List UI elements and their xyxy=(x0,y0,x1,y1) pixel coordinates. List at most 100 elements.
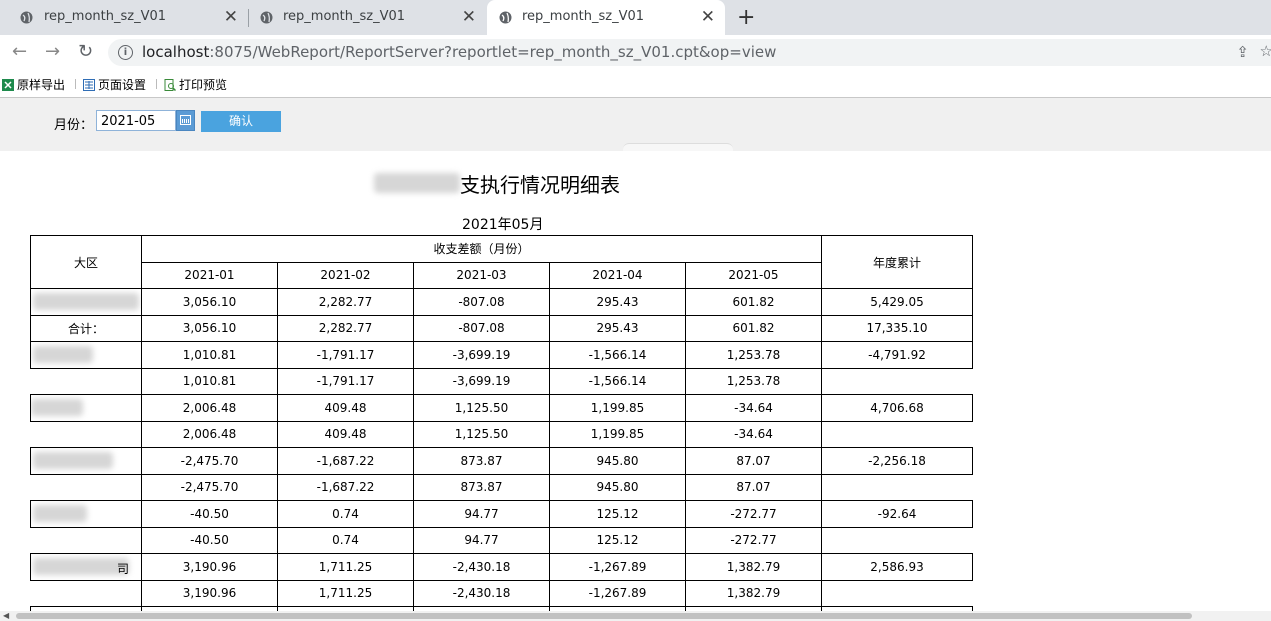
scroll-left-icon[interactable]: ◀ xyxy=(3,611,9,620)
tab-title: rep_month_sz_V01 xyxy=(44,9,167,24)
scroll-thumb[interactable] xyxy=(16,613,1192,619)
table-row: 1,010.81 -1,791.17 -3,699.19 -1,566.14 1,253… xyxy=(30,341,973,369)
region-cell xyxy=(30,288,142,316)
value-cell: 601.82 xyxy=(685,288,822,316)
browser-tab[interactable]: rep_month_sz_V01 ✕ xyxy=(0,0,249,35)
reload-icon[interactable]: ↻ xyxy=(78,41,93,62)
value-cell: 125.12 xyxy=(549,500,686,528)
value-cell: -2,475.70 xyxy=(141,473,278,501)
value-cell: 1,711.25 xyxy=(277,553,414,581)
value-cell: 1,253.78 xyxy=(685,367,822,395)
month-input[interactable]: 2021-05 xyxy=(96,110,176,131)
value-cell: 94.77 xyxy=(413,526,550,554)
redacted-region-name xyxy=(33,293,139,310)
close-tab-icon[interactable]: ✕ xyxy=(701,7,715,27)
value-cell: 2,282.77 xyxy=(277,314,414,342)
value-cell: -1,791.17 xyxy=(277,367,414,395)
value-cell: -1,267.89 xyxy=(549,579,686,607)
table-row: -40.50 0.74 94.77 125.12 -272.77 -92.64 xyxy=(30,500,973,528)
value-cell: 1,711.25 xyxy=(277,579,414,607)
print-preview-icon xyxy=(164,79,176,91)
table-row: -2,475.70 -1,687.22 873.87 945.80 87.07 xyxy=(30,473,973,501)
toolbar-divider xyxy=(75,79,76,89)
header-month: 2021-05 xyxy=(685,261,822,289)
region-cell xyxy=(30,580,142,607)
report-table: 大区 收支差额（月份） 年度累计 2021-01 2021-02 2021-03… xyxy=(30,235,973,611)
value-cell: -3,699.19 xyxy=(413,367,550,395)
close-tab-icon[interactable]: ✕ xyxy=(462,7,476,27)
value-cell: 3,190.96 xyxy=(141,579,278,607)
value-cell: -807.08 xyxy=(413,288,550,316)
close-tab-icon[interactable]: ✕ xyxy=(224,7,238,27)
forward-icon[interactable]: → xyxy=(45,41,60,62)
value-cell: 409.48 xyxy=(277,420,414,448)
value-cell: 0.74 xyxy=(277,526,414,554)
ytd-cell xyxy=(821,421,973,448)
browser-tab[interactable]: rep_month_sz_V01 ✕ xyxy=(248,0,486,35)
region-cell xyxy=(30,474,142,501)
region-label: 司 xyxy=(116,562,129,576)
region-cell xyxy=(30,368,142,395)
redacted-title-prefix xyxy=(374,173,460,193)
value-cell: 601.82 xyxy=(685,314,822,342)
value-cell: 2,006.48 xyxy=(141,420,278,448)
region-cell: 司 xyxy=(30,553,142,581)
url-text[interactable]: localhost:8075/WebReport/ReportServer?re… xyxy=(142,43,776,61)
browser-tab-active[interactable]: rep_month_sz_V01 ✕ xyxy=(487,0,725,35)
address-bar: ← → ↻ i localhost:8075/WebReport/ReportS… xyxy=(0,35,1271,69)
region-cell xyxy=(30,447,142,475)
ytd-cell xyxy=(821,474,973,501)
ytd-cell xyxy=(821,580,973,607)
ytd-cell: 4,706.68 xyxy=(821,394,973,422)
value-cell: 945.80 xyxy=(549,473,686,501)
globe-icon xyxy=(20,11,33,24)
info-icon[interactable]: i xyxy=(118,45,133,60)
header-ytd: 年度累计 xyxy=(821,235,973,289)
region-cell xyxy=(30,341,142,369)
header-month: 2021-03 xyxy=(413,261,550,289)
table-row: 3,056.10 2,282.77 -807.08 295.43 601.82 5,429… xyxy=(30,288,973,316)
value-cell: -40.50 xyxy=(141,500,278,528)
ytd-cell xyxy=(821,527,973,554)
url-field[interactable]: i localhost:8075/WebReport/ReportServer?… xyxy=(108,39,1271,66)
header-month: 2021-02 xyxy=(277,261,414,289)
tab-strip: rep_month_sz_V01 ✕ rep_month_sz_V01 ✕ re… xyxy=(0,0,1271,35)
report-title: 支执行情况明细表 xyxy=(460,173,620,197)
new-tab-icon[interactable]: + xyxy=(737,5,755,30)
horizontal-scrollbar[interactable]: ◀ xyxy=(0,611,1271,621)
value-cell: -1,267.89 xyxy=(549,553,686,581)
globe-icon xyxy=(260,11,273,24)
value-cell: 1,010.81 xyxy=(141,341,278,369)
value-cell: -272.77 xyxy=(685,500,822,528)
header-month: 2021-01 xyxy=(141,261,278,289)
value-cell: 3,056.10 xyxy=(141,288,278,316)
export-button[interactable]: 原样导出 xyxy=(2,76,65,93)
tab-title: rep_month_sz_V01 xyxy=(522,9,645,24)
share-icon[interactable]: ⇪ xyxy=(1236,43,1249,61)
value-cell: 94.77 xyxy=(413,500,550,528)
table-row: 合计： 3,056.10 2,282.77 -807.08 295.43 601.82 17… xyxy=(30,314,973,342)
value-cell: 1,382.79 xyxy=(685,553,822,581)
value-cell: -40.50 xyxy=(141,526,278,554)
bookmark-star-icon[interactable]: ☆ xyxy=(1260,42,1271,60)
value-cell: -272.77 xyxy=(685,526,822,554)
value-cell: 2,282.77 xyxy=(277,288,414,316)
table-row: 司 3,190.96 1,711.25 -2,430.18 -1,267.89 1,382… xyxy=(30,553,973,581)
table-row: -40.50 0.74 94.77 125.12 -272.77 xyxy=(30,526,973,554)
redacted-region-name xyxy=(33,505,87,522)
toolbar-divider xyxy=(156,79,157,89)
value-cell: -34.64 xyxy=(685,420,822,448)
table-row: 2,006.48 409.48 1,125.50 1,199.85 -34.64 xyxy=(30,420,973,448)
calendar-icon[interactable] xyxy=(176,110,195,131)
ytd-cell: -2,256.18 xyxy=(821,447,973,475)
ytd-cell: 5,429.05 xyxy=(821,288,973,316)
header-month: 2021-04 xyxy=(549,261,686,289)
ytd-cell: 2,586.93 xyxy=(821,553,973,581)
value-cell: -807.08 xyxy=(413,314,550,342)
print-preview-button[interactable]: 打印预览 xyxy=(164,76,227,93)
back-icon[interactable]: ← xyxy=(12,41,27,62)
confirm-button[interactable]: 确认 xyxy=(201,111,281,132)
value-cell: 87.07 xyxy=(685,447,822,475)
value-cell: -1,791.17 xyxy=(277,341,414,369)
page-setup-button[interactable]: 页面设置 xyxy=(83,76,146,93)
